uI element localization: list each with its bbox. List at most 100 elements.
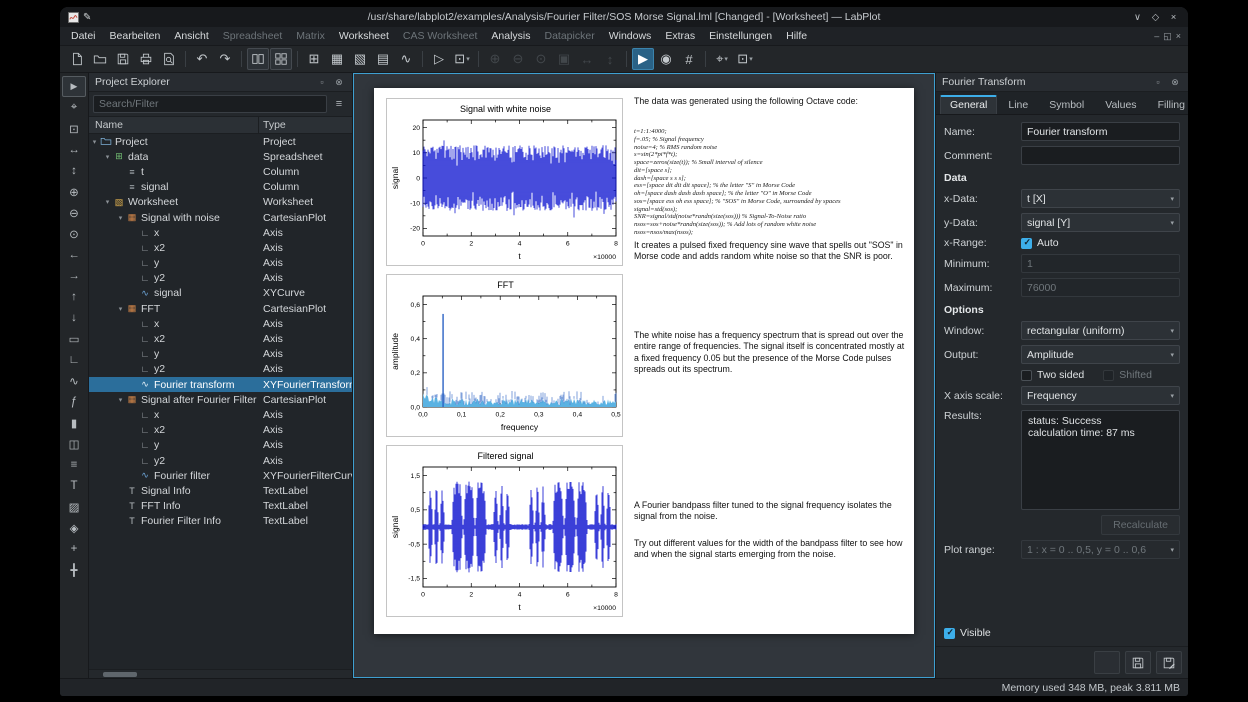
tab-general[interactable]: General [940, 95, 997, 114]
expand-arrow-icon[interactable]: ▾ [89, 138, 100, 146]
tree-row-x[interactable]: ∟xAxis [89, 316, 352, 331]
float-dock-icon[interactable]: ▫ [1151, 77, 1165, 87]
new-plot-button[interactable]: ∿ [395, 48, 417, 70]
expand-arrow-icon[interactable]: ▾ [115, 305, 126, 313]
menu-windows[interactable]: Windows [602, 28, 659, 44]
tree-row-worksheet[interactable]: ▾▧WorksheetWorksheet [89, 195, 352, 210]
tree-row-signal[interactable]: ≡signalColumn [89, 180, 352, 195]
name-input[interactable] [1021, 122, 1180, 141]
titlebar[interactable]: ✎ /usr/share/labplot2/examples/Analysis/… [60, 7, 1188, 27]
ydata-combobox[interactable]: signal [Y]▾ [1021, 213, 1180, 232]
window-visibility-button[interactable] [247, 48, 269, 70]
subwindow-minimize-icon[interactable]: – [1154, 31, 1159, 42]
add-text-tool[interactable]: T [62, 475, 86, 496]
worksheet-view[interactable]: Signal with white noise20100-10-2002468t… [353, 73, 935, 678]
menu-extras[interactable]: Extras [658, 28, 702, 44]
xdata-combobox[interactable]: t [X]▾ [1021, 189, 1180, 208]
tree-row-x[interactable]: ∟xAxis [89, 225, 352, 240]
zoom-x-tool[interactable]: ↔ [62, 139, 86, 160]
tree-row-signal-with-noise[interactable]: ▾▦Signal with noiseCartesianPlot [89, 210, 352, 225]
tree-row-x2[interactable]: ∟x2Axis [89, 423, 352, 438]
print-button[interactable] [135, 48, 157, 70]
tree-row-t[interactable]: ≡tColumn [89, 164, 352, 179]
add-boxplot-tool[interactable]: ◫ [62, 433, 86, 454]
shift-down-tool[interactable]: ↓ [62, 307, 86, 328]
add-plot-tool[interactable]: ▭ [62, 328, 86, 349]
select-tool[interactable]: ► [62, 76, 86, 97]
close-button[interactable]: × [1166, 12, 1181, 23]
add-custom-point-tool[interactable]: + [62, 538, 86, 559]
minimize-button[interactable]: ∨ [1130, 12, 1145, 23]
cursor-tool[interactable]: ╋ [62, 559, 86, 580]
add-equation-curve-tool[interactable]: ƒ [62, 391, 86, 412]
magnification-dropdown[interactable]: ⊡▾ [734, 48, 756, 70]
plot-signal-with-noise[interactable]: Signal with white noise20100-10-2002468t… [386, 98, 623, 266]
window-combobox[interactable]: rectangular (uniform)▾ [1021, 321, 1180, 340]
add-axis-tool[interactable]: ∟ [62, 349, 86, 370]
subwindow-restore-icon[interactable]: ◱ [1163, 31, 1172, 42]
new-matrix-button[interactable]: ▦ [326, 48, 348, 70]
menu-analysis[interactable]: Analysis [484, 28, 537, 44]
column-header-name[interactable]: Name [89, 117, 259, 133]
close-dock-icon[interactable]: ⊗ [332, 77, 346, 88]
expand-arrow-icon[interactable]: ▾ [102, 198, 113, 206]
menu-einstellungen[interactable]: Einstellungen [702, 28, 779, 44]
tree-row-fourier-filter-info[interactable]: TFourier Filter InfoTextLabel [89, 514, 352, 529]
auto-checkbox[interactable] [1021, 238, 1032, 249]
new-worksheet-button[interactable]: ▧ [349, 48, 371, 70]
print-preview-button[interactable] [158, 48, 180, 70]
zoom-select-tool[interactable]: ⊡ [62, 118, 86, 139]
two-sided-checkbox[interactable] [1021, 370, 1032, 381]
tree-row-y2[interactable]: ∟y2Axis [89, 453, 352, 468]
tree-row-y2[interactable]: ∟y2Axis [89, 362, 352, 377]
tab-symbol[interactable]: Symbol [1039, 95, 1094, 114]
subwindow-close-icon[interactable]: × [1176, 31, 1181, 42]
zoom-in-tool[interactable]: ⊕ [62, 181, 86, 202]
maximize-button[interactable]: ◇ [1148, 12, 1163, 23]
tree-row-fft[interactable]: ▾▦FFTCartesianPlot [89, 301, 352, 316]
new-project-button[interactable] [66, 48, 88, 70]
undo-button[interactable]: ↶ [191, 48, 213, 70]
output-combobox[interactable]: Amplitude▾ [1021, 345, 1180, 364]
recalculate-button[interactable]: Recalculate [1101, 515, 1180, 535]
visible-checkbox[interactable] [944, 628, 955, 639]
add-image-tool[interactable]: ▨ [62, 496, 86, 517]
plot-fft[interactable]: FFT0,00,20,40,60,00,10,20,30,40,5frequen… [386, 274, 623, 437]
menu-ansicht[interactable]: Ansicht [167, 28, 215, 44]
select-mode-button[interactable]: ▶ [632, 48, 654, 70]
zoom-y-tool[interactable]: ↕ [62, 160, 86, 181]
menu-worksheet[interactable]: Worksheet [332, 28, 396, 44]
new-note-button[interactable]: ▤ [372, 48, 394, 70]
grid-button[interactable]: # [678, 48, 700, 70]
power-button[interactable]: ◉ [655, 48, 677, 70]
tab-filling[interactable]: Filling [1148, 95, 1188, 114]
add-legend-tool[interactable]: ≡ [62, 454, 86, 475]
xscale-combobox[interactable]: Frequency▾ [1021, 386, 1180, 405]
tree-row-y2[interactable]: ∟y2Axis [89, 271, 352, 286]
add-reference-line-tool[interactable]: ◈ [62, 517, 86, 538]
tree-row-x[interactable]: ∟xAxis [89, 407, 352, 422]
tree-row-x2[interactable]: ∟x2Axis [89, 240, 352, 255]
tab-line[interactable]: Line [998, 95, 1038, 114]
column-header-type[interactable]: Type [259, 119, 352, 131]
search-input[interactable] [93, 95, 327, 113]
crosshair-dropdown[interactable]: ⌖▾ [711, 48, 733, 70]
plot-filtered-signal[interactable]: Filtered signal1,50,5-0,5-1,502468t×1000… [386, 445, 623, 617]
add-histogram-tool[interactable]: ▮ [62, 412, 86, 433]
shift-up-tool[interactable]: ↑ [62, 286, 86, 307]
menu-hilfe[interactable]: Hilfe [779, 28, 814, 44]
tree-row-signal-info[interactable]: TSignal InfoTextLabel [89, 483, 352, 498]
save-project-button[interactable] [112, 48, 134, 70]
tab-values[interactable]: Values [1095, 95, 1146, 114]
float-dock-icon[interactable]: ▫ [315, 77, 329, 87]
crosshair-tool[interactable]: ⌖ [62, 97, 86, 118]
zoom-out-tool[interactable]: ⊖ [62, 202, 86, 223]
filter-options-icon[interactable]: ≡ [330, 95, 348, 113]
comment-input[interactable] [1021, 146, 1180, 165]
zoom-mode-dropdown[interactable]: ⊡▾ [451, 48, 473, 70]
new-spreadsheet-button[interactable]: ⊞ [303, 48, 325, 70]
tree-row-y[interactable]: ∟yAxis [89, 438, 352, 453]
tree-row-signal-after-fourier-filter[interactable]: ▾▦Signal after Fourier FilterCartesianPl… [89, 392, 352, 407]
tree-row-signal[interactable]: ∿signalXYCurve [89, 286, 352, 301]
menu-bearbeiten[interactable]: Bearbeiten [103, 28, 168, 44]
